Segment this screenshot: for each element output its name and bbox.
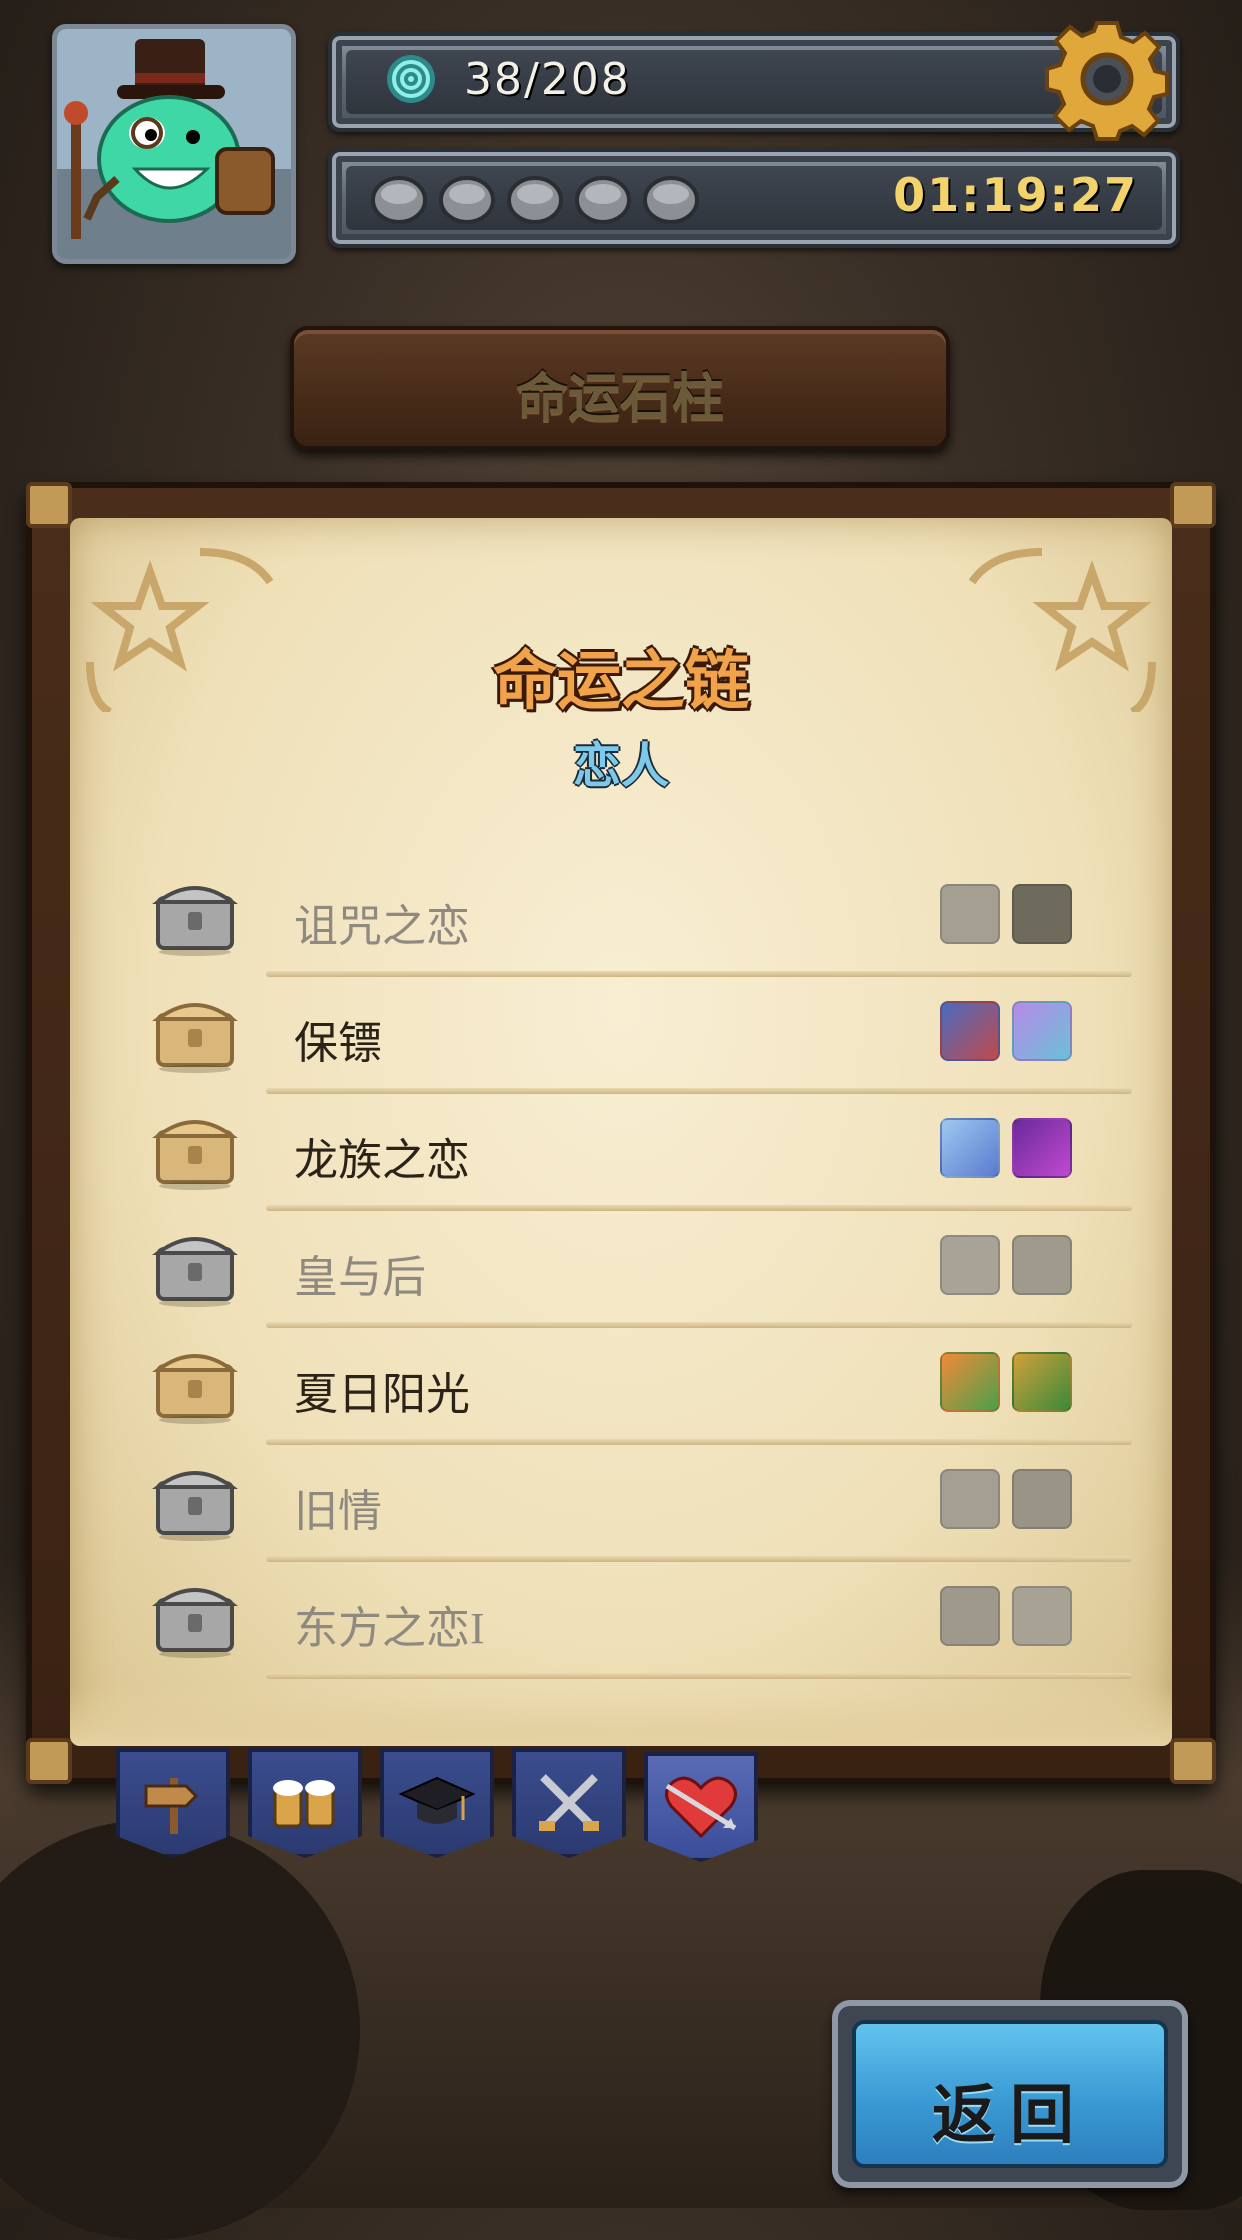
hero-portrait-locked (1012, 1586, 1072, 1646)
tab-tavern[interactable] (248, 1748, 362, 1858)
treasure-chest-locked-icon (152, 1237, 238, 1307)
row-label: 保镖 (294, 1019, 382, 1068)
hero-portrait (1012, 1118, 1072, 1178)
list-scroll-fade (70, 1686, 1172, 1746)
hero-portrait-locked (1012, 1469, 1072, 1529)
hero-portrait-unknown (1012, 884, 1072, 944)
settings-gear-icon[interactable] (1044, 16, 1170, 142)
chain-title: 命运之链 (493, 645, 749, 719)
row-label: 皇与后 (294, 1253, 426, 1302)
tab-lovers[interactable] (644, 1752, 758, 1862)
player-avatar[interactable] (52, 24, 296, 264)
stones-bar: 01:19:27 (328, 148, 1180, 248)
row-label: 夏日阳光 (294, 1370, 470, 1419)
treasure-chest-unlocked-icon (152, 1354, 238, 1424)
treasure-chest-unlocked-icon (152, 1003, 238, 1073)
tab-signpost[interactable] (116, 1748, 230, 1858)
hero-portrait (1012, 1001, 1072, 1061)
return-button[interactable]: 返回 (832, 2000, 1188, 2188)
tab-battle[interactable] (512, 1748, 626, 1858)
parchment-panel: 命运之链 恋人 诅咒之恋 保镖 龙族之恋 皇与后 夏日阳光 旧情 东方之恋I (70, 518, 1172, 1746)
energy-swirl-icon (387, 55, 435, 103)
row-label: 诅咒之恋 (294, 902, 470, 951)
refill-timer: 01:19:27 (893, 168, 1138, 222)
hero-portrait-locked (940, 1469, 1000, 1529)
treasure-chest-locked-icon (152, 1471, 238, 1541)
hero-portrait (1012, 1352, 1072, 1412)
signpost-icon (144, 1778, 199, 1834)
hero-portrait (940, 1001, 1000, 1061)
row-label: 龙族之恋 (294, 1136, 470, 1185)
chain-row[interactable]: 皇与后 (70, 1211, 1172, 1328)
chain-row[interactable]: 龙族之恋 (70, 1094, 1172, 1211)
chain-row[interactable]: 夏日阳光 (70, 1328, 1172, 1445)
stone-token-icon (507, 176, 563, 224)
heart-arrow-icon (665, 1776, 737, 1839)
graduation-cap-icon (398, 1776, 476, 1824)
hero-portrait (940, 1352, 1000, 1412)
hero-portrait-locked (1012, 1235, 1072, 1295)
page-title: 命运石柱 (515, 369, 724, 429)
return-button-label: 返回 (932, 2079, 1088, 2153)
beer-mugs-icon (273, 1780, 335, 1828)
panel-corner (1170, 482, 1216, 528)
hero-portrait-locked (940, 1235, 1000, 1295)
treasure-chest-unlocked-icon (152, 1120, 238, 1190)
stone-token-icon (643, 176, 699, 224)
stone-token-icon (439, 176, 495, 224)
stone-token-icon (371, 176, 427, 224)
tab-academy[interactable] (380, 1748, 494, 1858)
row-divider (266, 1673, 1132, 1679)
crossed-swords-icon (539, 1774, 599, 1831)
slime-mascot-icon (57, 29, 291, 259)
chain-subtitle: 恋人 (572, 738, 669, 794)
treasure-chest-locked-icon (152, 1588, 238, 1658)
chain-row[interactable]: 东方之恋I (70, 1562, 1172, 1679)
chain-row[interactable]: 旧情 (70, 1445, 1172, 1562)
energy-count: 38/208 (464, 54, 631, 105)
chain-row[interactable]: 保镖 (70, 977, 1172, 1094)
panel-corner (26, 482, 72, 528)
row-label: 旧情 (294, 1487, 382, 1536)
chain-row[interactable]: 诅咒之恋 (70, 860, 1172, 977)
stone-token-icon (575, 176, 631, 224)
hero-portrait-locked (940, 1586, 1000, 1646)
panel-corner (1170, 1738, 1216, 1784)
hero-portrait (940, 1118, 1000, 1178)
hero-portrait-locked (940, 884, 1000, 944)
return-button-face: 返回 (852, 2020, 1168, 2168)
treasure-chest-locked-icon (152, 886, 238, 956)
row-label: 东方之恋I (294, 1604, 485, 1653)
panel-corner (26, 1738, 72, 1784)
